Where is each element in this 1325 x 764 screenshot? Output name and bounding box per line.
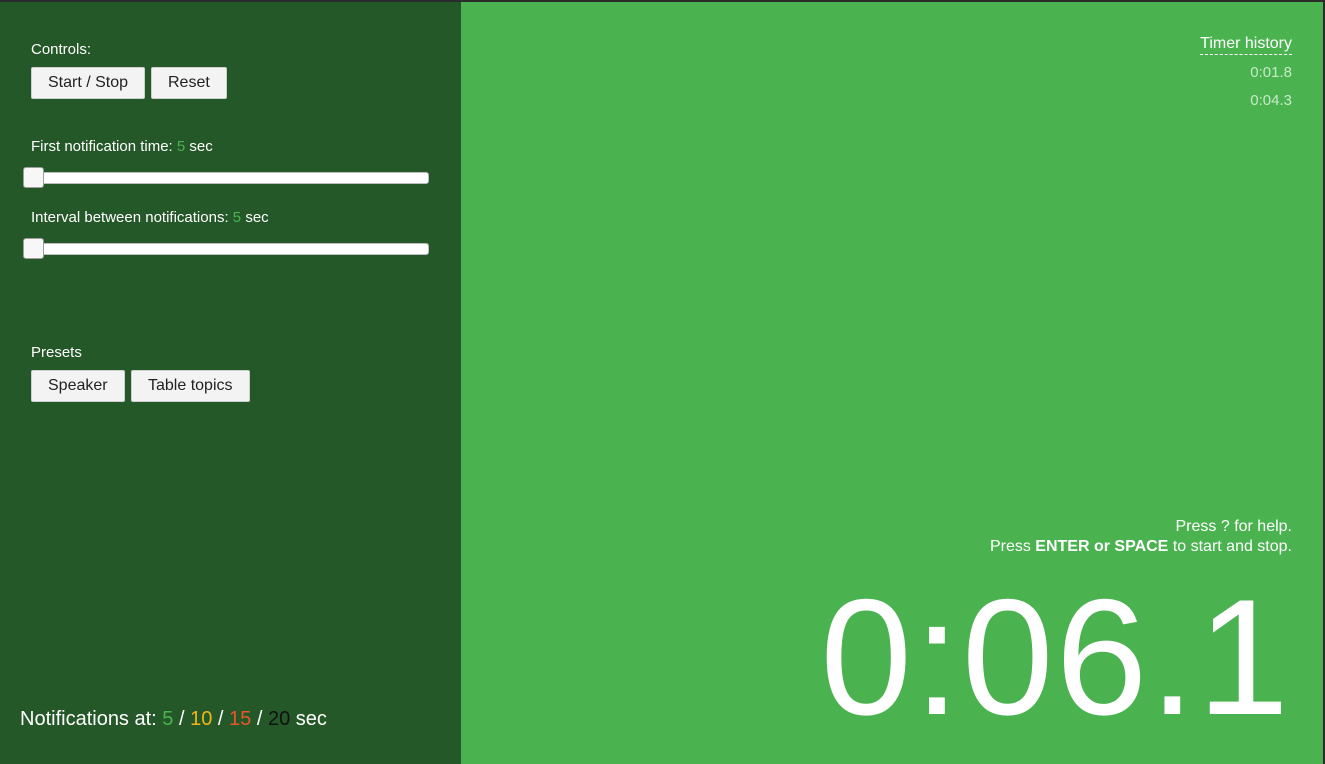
- preset-speaker-button[interactable]: Speaker: [31, 370, 125, 402]
- first-notification-label: First notification time: 5 sec: [31, 138, 213, 155]
- notification-value-4: 20: [267, 708, 291, 730]
- interval-value: 5: [232, 209, 242, 226]
- reset-button[interactable]: Reset: [151, 67, 227, 99]
- keyboard-hint-suffix: to start and stop.: [1172, 538, 1292, 555]
- interval-label: Interval between notifications: 5 sec: [31, 209, 269, 226]
- notification-value-2: 10: [190, 708, 213, 730]
- preset-table-topics-button[interactable]: Table topics: [131, 370, 250, 402]
- timer-app: Controls: Start / Stop Reset First notif…: [0, 0, 1325, 764]
- notifications-unit: sec: [295, 708, 327, 730]
- keyboard-hint-prefix: Press: [989, 538, 1031, 555]
- keyboard-hint-keys: ENTER or SPACE: [1035, 538, 1169, 555]
- history-item: 0:04.3: [1250, 92, 1292, 109]
- keyboard-hint: Press ENTER or SPACE to start and stop.: [990, 538, 1292, 556]
- presets-heading: Presets: [31, 344, 82, 361]
- first-notification-slider[interactable]: [23, 167, 429, 188]
- help-hint: Press ? for help.: [1175, 518, 1293, 535]
- timer-history-toggle[interactable]: Timer history: [1200, 35, 1292, 55]
- first-notification-unit: sec: [189, 138, 213, 155]
- settings-panel: Controls: Start / Stop Reset First notif…: [0, 2, 461, 764]
- timer-panel: Timer history 0:01.8 0:04.3 Press ? for …: [461, 2, 1323, 764]
- controls-heading: Controls:: [31, 41, 92, 58]
- slider-track[interactable]: [31, 243, 429, 255]
- notification-separator: /: [256, 708, 263, 730]
- first-notification-text: First notification time:: [31, 138, 173, 155]
- notifications-summary: Notifications at: 5 / 10 / 15 / 20 sec: [20, 708, 327, 731]
- notification-separator: /: [217, 708, 224, 730]
- start-stop-button[interactable]: Start / Stop: [31, 67, 146, 99]
- notifications-label: Notifications at:: [20, 708, 157, 730]
- slider-track[interactable]: [31, 172, 429, 184]
- notification-separator: /: [178, 708, 185, 730]
- slider-thumb[interactable]: [23, 238, 44, 259]
- slider-thumb[interactable]: [23, 167, 44, 188]
- interval-unit: sec: [245, 209, 269, 226]
- history-item: 0:01.8: [1250, 64, 1292, 81]
- notification-value-3: 15: [229, 708, 252, 730]
- interval-text: Interval between notifications:: [31, 209, 229, 226]
- notification-value-1: 5: [162, 708, 174, 730]
- first-notification-value: 5: [176, 138, 186, 155]
- interval-slider[interactable]: [23, 238, 429, 259]
- timer-display: 0:06.1: [820, 565, 1291, 749]
